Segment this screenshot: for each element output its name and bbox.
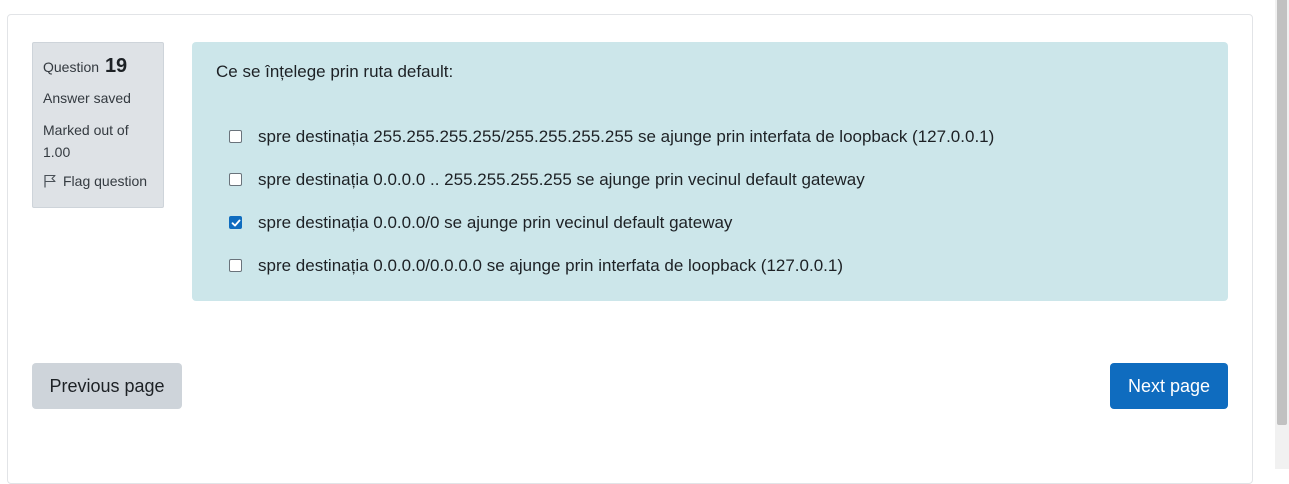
vertical-scrollbar[interactable]: [1275, 0, 1289, 469]
flag-question-label: Flag question: [63, 173, 148, 189]
question-grade: Marked out of 1.00: [43, 122, 129, 160]
question-label: Question: [43, 59, 100, 75]
answer-option[interactable]: spre destinația 0.0.0.0 .. 255.255.255.2…: [229, 158, 994, 201]
question-info-panel: Question 19 Answer saved Marked out of 1…: [32, 42, 164, 208]
question-number: Question 19: [43, 55, 153, 78]
answer-checkbox[interactable]: [229, 173, 242, 186]
question-number-value: 19: [104, 55, 128, 77]
flag-icon: [44, 174, 56, 188]
answer-label[interactable]: spre destinația 255.255.255.255/255.255.…: [258, 127, 994, 147]
checkmark-icon: [231, 219, 241, 227]
answer-checkbox[interactable]: [229, 259, 242, 272]
answer-option[interactable]: spre destinația 0.0.0.0/0.0.0.0 se ajung…: [229, 244, 994, 287]
previous-page-button[interactable]: Previous page: [32, 363, 182, 409]
answer-list: spre destinația 255.255.255.255/255.255.…: [229, 115, 994, 287]
answer-option[interactable]: spre destinația 0.0.0.0/0 se ajunge prin…: [229, 201, 994, 244]
question-state: Answer saved: [43, 90, 131, 106]
scrollbar-thumb[interactable]: [1277, 0, 1287, 425]
flag-question-link[interactable]: Flag question: [43, 171, 153, 191]
answer-option[interactable]: spre destinația 255.255.255.255/255.255.…: [229, 115, 994, 158]
answer-label[interactable]: spre destinația 0.0.0.0 .. 255.255.255.2…: [258, 170, 865, 190]
question-text: Ce se înțelege prin ruta default:: [216, 62, 454, 81]
answer-label[interactable]: spre destinația 0.0.0.0/0.0.0.0 se ajung…: [258, 256, 843, 276]
question-formulation: Ce se înțelege prin ruta default: spre d…: [192, 42, 1228, 301]
answer-checkbox[interactable]: [229, 130, 242, 143]
answer-checkbox[interactable]: [229, 216, 242, 229]
next-page-button[interactable]: Next page: [1110, 363, 1228, 409]
answer-label[interactable]: spre destinația 0.0.0.0/0 se ajunge prin…: [258, 213, 732, 233]
